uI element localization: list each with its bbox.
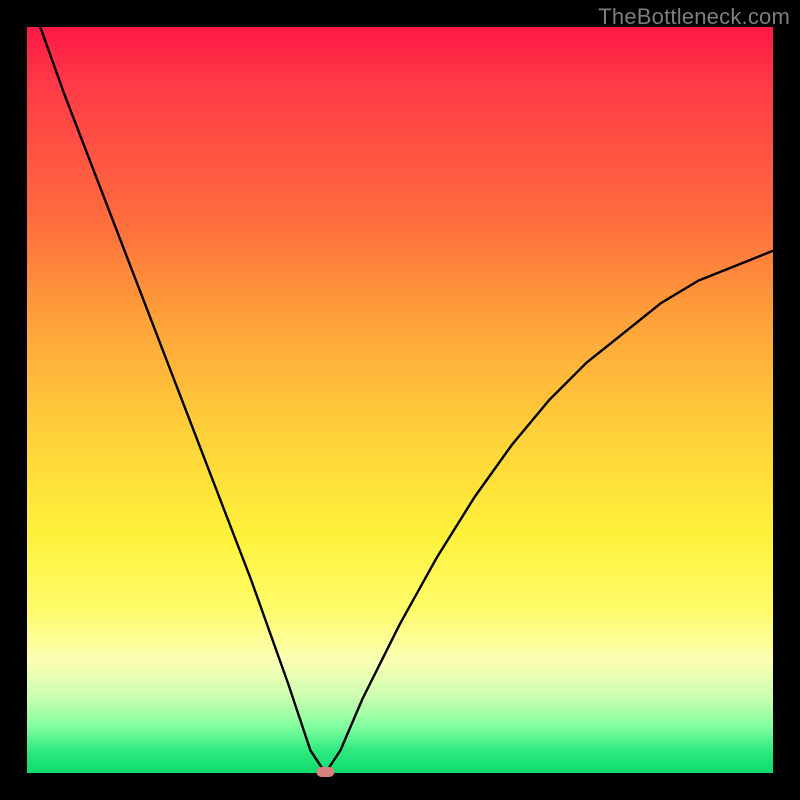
chart-svg: [27, 27, 773, 773]
watermark-text: TheBottleneck.com: [598, 4, 790, 30]
chart-frame: TheBottleneck.com: [0, 0, 800, 800]
minimum-marker: [316, 767, 334, 777]
bottleneck-curve: [27, 0, 773, 773]
chart-plot-area: [27, 27, 773, 773]
